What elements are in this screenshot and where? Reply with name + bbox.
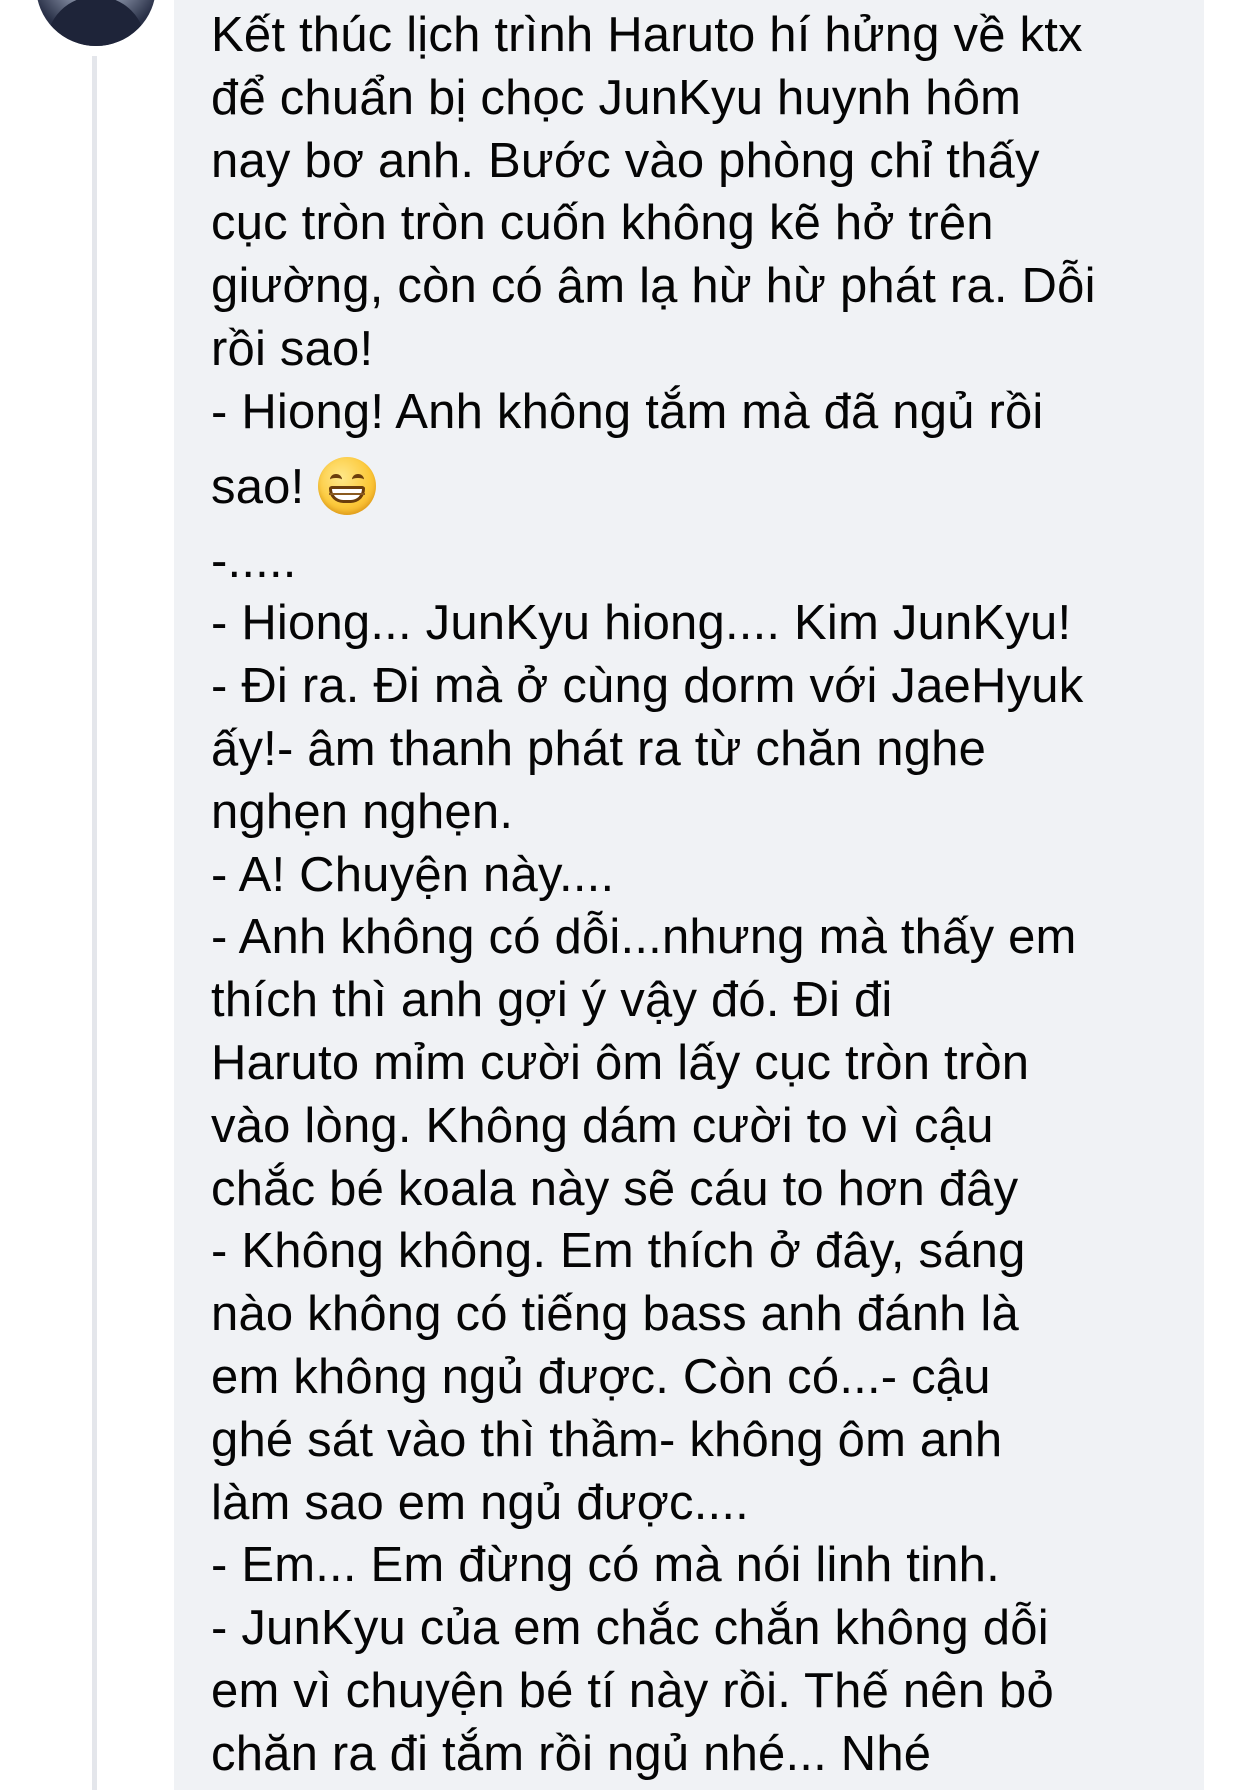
comment-line: -..... [211, 533, 297, 588]
thread-line [92, 56, 97, 1790]
comment-line: - Đi ra. Đi mà ở cùng dorm với JaeHyuk [211, 659, 1084, 714]
comment-line: chắc bé koala này sẽ cáu to hơn đây [211, 1161, 1019, 1216]
comment-line: nào không có tiếng bass anh đánh là [211, 1287, 1019, 1342]
comment-line: vào lòng. Không dám cười to vì cậu [211, 1098, 994, 1153]
comment-line: - Hiong! Anh không tắm mà đã ngủ rồi [211, 384, 1044, 439]
comment-line: nghẹn nghẹn. [211, 784, 514, 839]
comment-line: - Em... Em đừng có mà nói linh tinh. [211, 1538, 1000, 1593]
comment-line: rồi sao! [211, 321, 374, 376]
comment-line: - Không không. Em thích ở đây, sáng [211, 1224, 1026, 1279]
comment-line: - Hiong... JunKyu hiong.... Kim JunKyu! [211, 596, 1072, 651]
comment-thread: Kết thúc lịch trình Haruto hí hửng về kt… [0, 0, 1242, 1790]
comment-line: em không ngủ được. Còn có...- cậu [211, 1349, 991, 1404]
grinning-face-emoji-icon [318, 456, 377, 515]
emoji-right-eye [352, 473, 365, 485]
comment-line: - A! Chuyện này.... [211, 847, 615, 902]
comment-line: ghé sát vào thì thầm- không ôm anh [211, 1412, 1003, 1467]
comment-line: - Anh không có dỗi...nhưng mà thấy em [211, 910, 1077, 965]
comment-text: Kết thúc lịch trình Haruto hí hửng về kt… [211, 4, 1191, 1786]
comment-line: Haruto mỉm cười ôm lấy cục tròn tròn [211, 1035, 1030, 1090]
comment-line: làm sao em ngủ được.... [211, 1475, 749, 1530]
comment-line: cục tròn tròn cuốn không kẽ hở trên [211, 196, 994, 251]
comment-line: ấy!- âm thanh phát ra từ chăn nghe [211, 721, 987, 776]
comment-line: thích thì anh gợi ý vậy đó. Đi đi [211, 973, 893, 1028]
avatar-shirt [46, 0, 146, 46]
avatar[interactable] [36, 0, 156, 46]
comment-line: nay bơ anh. Bước vào phòng chỉ thấy [211, 133, 1040, 188]
emoji-teeth [329, 492, 366, 495]
comment-line: - JunKyu của em chắc chắn không dỗi [211, 1601, 1049, 1656]
comment-line: giường, còn có âm lạ hừ hừ phát ra. Dỗi [211, 259, 1096, 314]
comment-line: Kết thúc lịch trình Haruto hí hửng về kt… [211, 8, 1083, 62]
comment-line: em vì chuyện bé tí này rồi. Thế nên bỏ [211, 1663, 1054, 1718]
emoji-left-eye [330, 473, 343, 485]
comment-line: sao! [211, 459, 305, 514]
comment-line: chăn ra đi tắm rồi ngủ nhé... Nhé [211, 1726, 932, 1781]
comment-line: để chuẩn bị chọc JunKyu huynh hôm [211, 70, 1022, 125]
comment-line-with-emoji: sao! [211, 444, 1191, 530]
